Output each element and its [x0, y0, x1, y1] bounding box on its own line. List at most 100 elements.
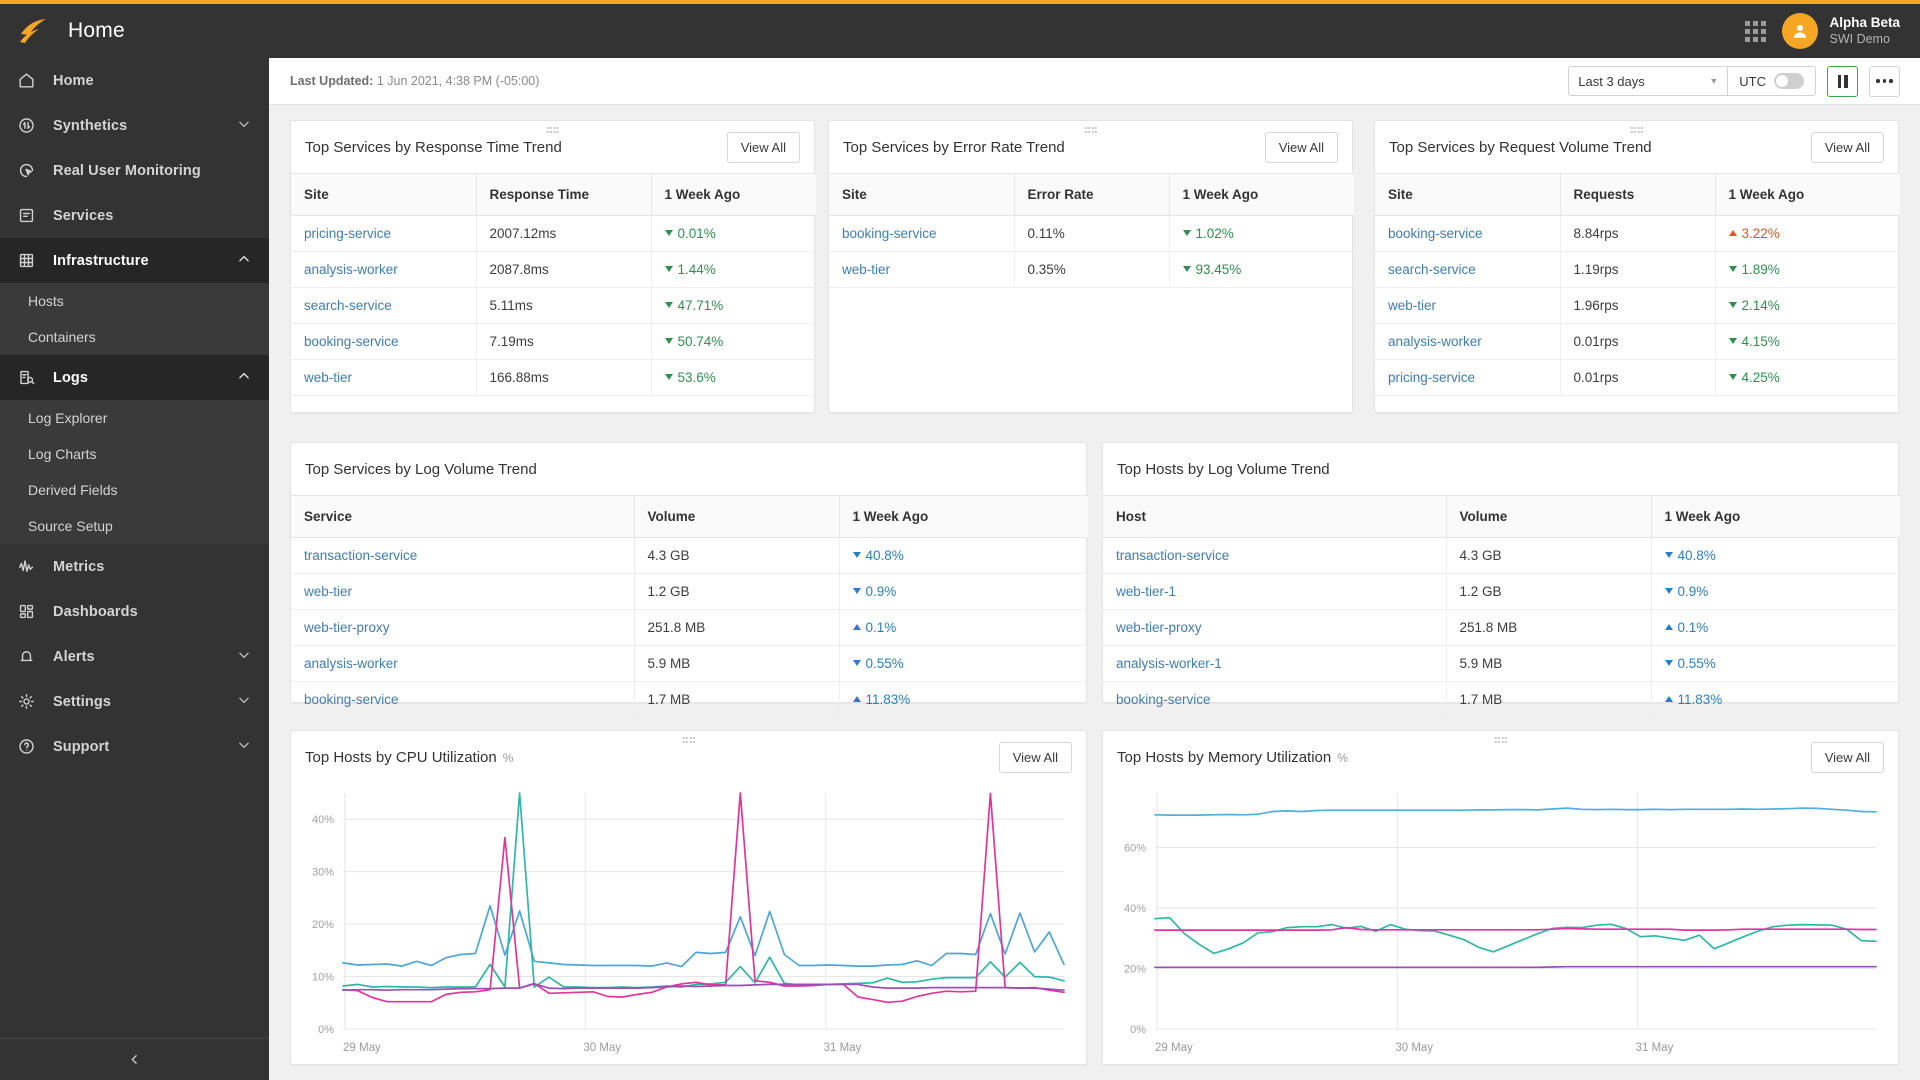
chevron-up-icon[interactable]: [237, 252, 251, 270]
sidebar-item-source-setup[interactable]: Source Setup: [0, 508, 269, 544]
entity-link[interactable]: transaction-service: [1116, 548, 1229, 563]
timezone-toggle[interactable]: UTC: [1728, 66, 1816, 96]
sidebar-item-log-charts[interactable]: Log Charts: [0, 436, 269, 472]
sidebar-item-support[interactable]: Support: [0, 724, 269, 769]
card-title: Top Hosts by CPU Utilization%: [305, 749, 513, 766]
svg-text:0%: 0%: [1130, 1024, 1146, 1036]
entity-link[interactable]: web-tier: [304, 584, 352, 599]
drag-handle-icon[interactable]: [1494, 737, 1507, 743]
sidebar-item-containers[interactable]: Containers: [0, 319, 269, 355]
solarwinds-flame-logo[interactable]: [0, 18, 68, 44]
table-row: analysis-worker 2087.8ms 1.44%: [291, 251, 816, 288]
time-range-select[interactable]: Last 3 days ▼: [1568, 66, 1729, 96]
row-value-cell: 5.11ms: [476, 287, 652, 324]
view-all-button[interactable]: View All: [998, 741, 1072, 773]
entity-link[interactable]: pricing-service: [304, 226, 391, 241]
card-header: Top Hosts by Log Volume Trend: [1103, 443, 1898, 495]
entity-link[interactable]: booking-service: [304, 692, 399, 707]
entity-link[interactable]: web-tier: [304, 370, 352, 385]
timezone-switch[interactable]: [1774, 73, 1804, 89]
entity-link[interactable]: analysis-worker: [1388, 334, 1482, 349]
entity-link[interactable]: search-service: [304, 298, 392, 313]
entity-link[interactable]: web-tier: [842, 262, 890, 277]
sidebar-item-home[interactable]: Home: [0, 58, 269, 103]
view-all-button[interactable]: View All: [1810, 131, 1884, 163]
entity-link[interactable]: search-service: [1388, 262, 1476, 277]
trend-value: 40.8%: [865, 548, 904, 563]
drag-handle-icon[interactable]: [1084, 127, 1097, 133]
svg-text:0%: 0%: [318, 1024, 334, 1036]
sidebar-item-derived-fields[interactable]: Derived Fields: [0, 472, 269, 508]
table-row: booking-service 1.7 MB 11.83%: [291, 681, 1088, 718]
drag-handle-icon[interactable]: [546, 127, 559, 133]
view-all-button[interactable]: View All: [1810, 741, 1884, 773]
column-header: Service: [291, 495, 635, 538]
trend-value: 1.89%: [1741, 262, 1780, 277]
sidebar-item-alerts[interactable]: Alerts: [0, 634, 269, 679]
drag-handle-icon[interactable]: [682, 737, 695, 743]
entity-link[interactable]: transaction-service: [304, 548, 417, 563]
entity-link[interactable]: pricing-service: [1388, 370, 1475, 385]
entity-link[interactable]: web-tier-proxy: [304, 620, 390, 635]
sidebar-item-synthetics[interactable]: Synthetics: [0, 103, 269, 148]
table-header-row: Site Response Time 1 Week Ago: [291, 173, 816, 216]
row-name-cell: web-tier: [829, 251, 1015, 288]
sidebar-item-logs[interactable]: Logs: [0, 355, 269, 400]
sidebar-subitem-label: Containers: [28, 329, 96, 345]
entity-link[interactable]: analysis-worker: [304, 656, 398, 671]
entity-link[interactable]: web-tier-1: [1116, 584, 1176, 599]
sidebar-item-label: Synthetics: [53, 117, 128, 134]
view-all-button[interactable]: View All: [726, 131, 800, 163]
sidebar-collapse-button[interactable]: [0, 1038, 269, 1080]
sidebar-item-label: Dashboards: [53, 603, 138, 620]
sidebar-subitem-label: Log Explorer: [28, 410, 108, 426]
sidebar-item-real-user-monitoring[interactable]: Real User Monitoring: [0, 148, 269, 193]
trend-value: 1.44%: [677, 262, 716, 277]
view-all-button[interactable]: View All: [1264, 131, 1338, 163]
sidebar-item-label: Home: [53, 72, 94, 89]
entity-link[interactable]: booking-service: [842, 226, 937, 241]
column-header: Response Time: [476, 173, 652, 216]
drag-handle-icon[interactable]: [1630, 127, 1643, 133]
table-row: transaction-service 4.3 GB 40.8%: [1103, 537, 1900, 574]
entity-link[interactable]: booking-service: [1388, 226, 1483, 241]
sidebar-item-services[interactable]: Services: [0, 193, 269, 238]
entity-link[interactable]: booking-service: [304, 334, 399, 349]
sidebar-item-hosts[interactable]: Hosts: [0, 283, 269, 319]
user-menu[interactable]: Alpha Beta SWI Demo: [1782, 13, 1900, 49]
pause-refresh-button[interactable]: [1827, 65, 1858, 97]
row-trend-cell: 1.89%: [1715, 251, 1900, 288]
row-value-cell: 0.01rps: [1560, 323, 1716, 360]
chevron-down-icon[interactable]: [237, 738, 251, 756]
services-icon: [17, 206, 53, 225]
chevron-down-icon[interactable]: [237, 693, 251, 711]
entity-link[interactable]: booking-service: [1116, 692, 1211, 707]
entity-link[interactable]: analysis-worker-1: [1116, 656, 1222, 671]
table-row: search-service 5.11ms 47.71%: [291, 287, 816, 324]
sidebar-item-log-explorer[interactable]: Log Explorer: [0, 400, 269, 436]
chevron-up-icon[interactable]: [237, 369, 251, 387]
sidebar-item-settings[interactable]: Settings: [0, 679, 269, 724]
row-trend-cell: 40.8%: [839, 537, 1088, 574]
entity-link[interactable]: web-tier: [1388, 298, 1436, 313]
chevron-down-icon[interactable]: [237, 117, 251, 135]
trend-down-icon: [1664, 660, 1673, 667]
sidebar-item-metrics[interactable]: Metrics: [0, 544, 269, 589]
row-name-cell: web-tier: [291, 359, 477, 396]
card-request-volume-trend: Top Services by Request Volume Trend Vie…: [1374, 120, 1900, 413]
trend-up-icon: [1664, 696, 1673, 703]
entity-link[interactable]: analysis-worker: [304, 262, 398, 277]
row-value-cell: 5.9 MB: [634, 645, 840, 682]
synthetics-icon: [17, 116, 53, 135]
sidebar-item-infrastructure[interactable]: Infrastructure: [0, 238, 269, 283]
table-row: booking-service 7.19ms 50.74%: [291, 323, 816, 360]
sidebar-item-dashboards[interactable]: Dashboards: [0, 589, 269, 634]
grid-apps-icon[interactable]: [1745, 20, 1767, 42]
more-options-button[interactable]: [1869, 65, 1900, 97]
row-value-cell: 1.96rps: [1560, 287, 1716, 324]
series-host-magenta: [342, 792, 1065, 1004]
entity-link[interactable]: web-tier-proxy: [1116, 620, 1202, 635]
chevron-down-icon: ▼: [1709, 76, 1719, 86]
trend-value: 93.45%: [1195, 262, 1242, 277]
chevron-down-icon[interactable]: [237, 648, 251, 666]
